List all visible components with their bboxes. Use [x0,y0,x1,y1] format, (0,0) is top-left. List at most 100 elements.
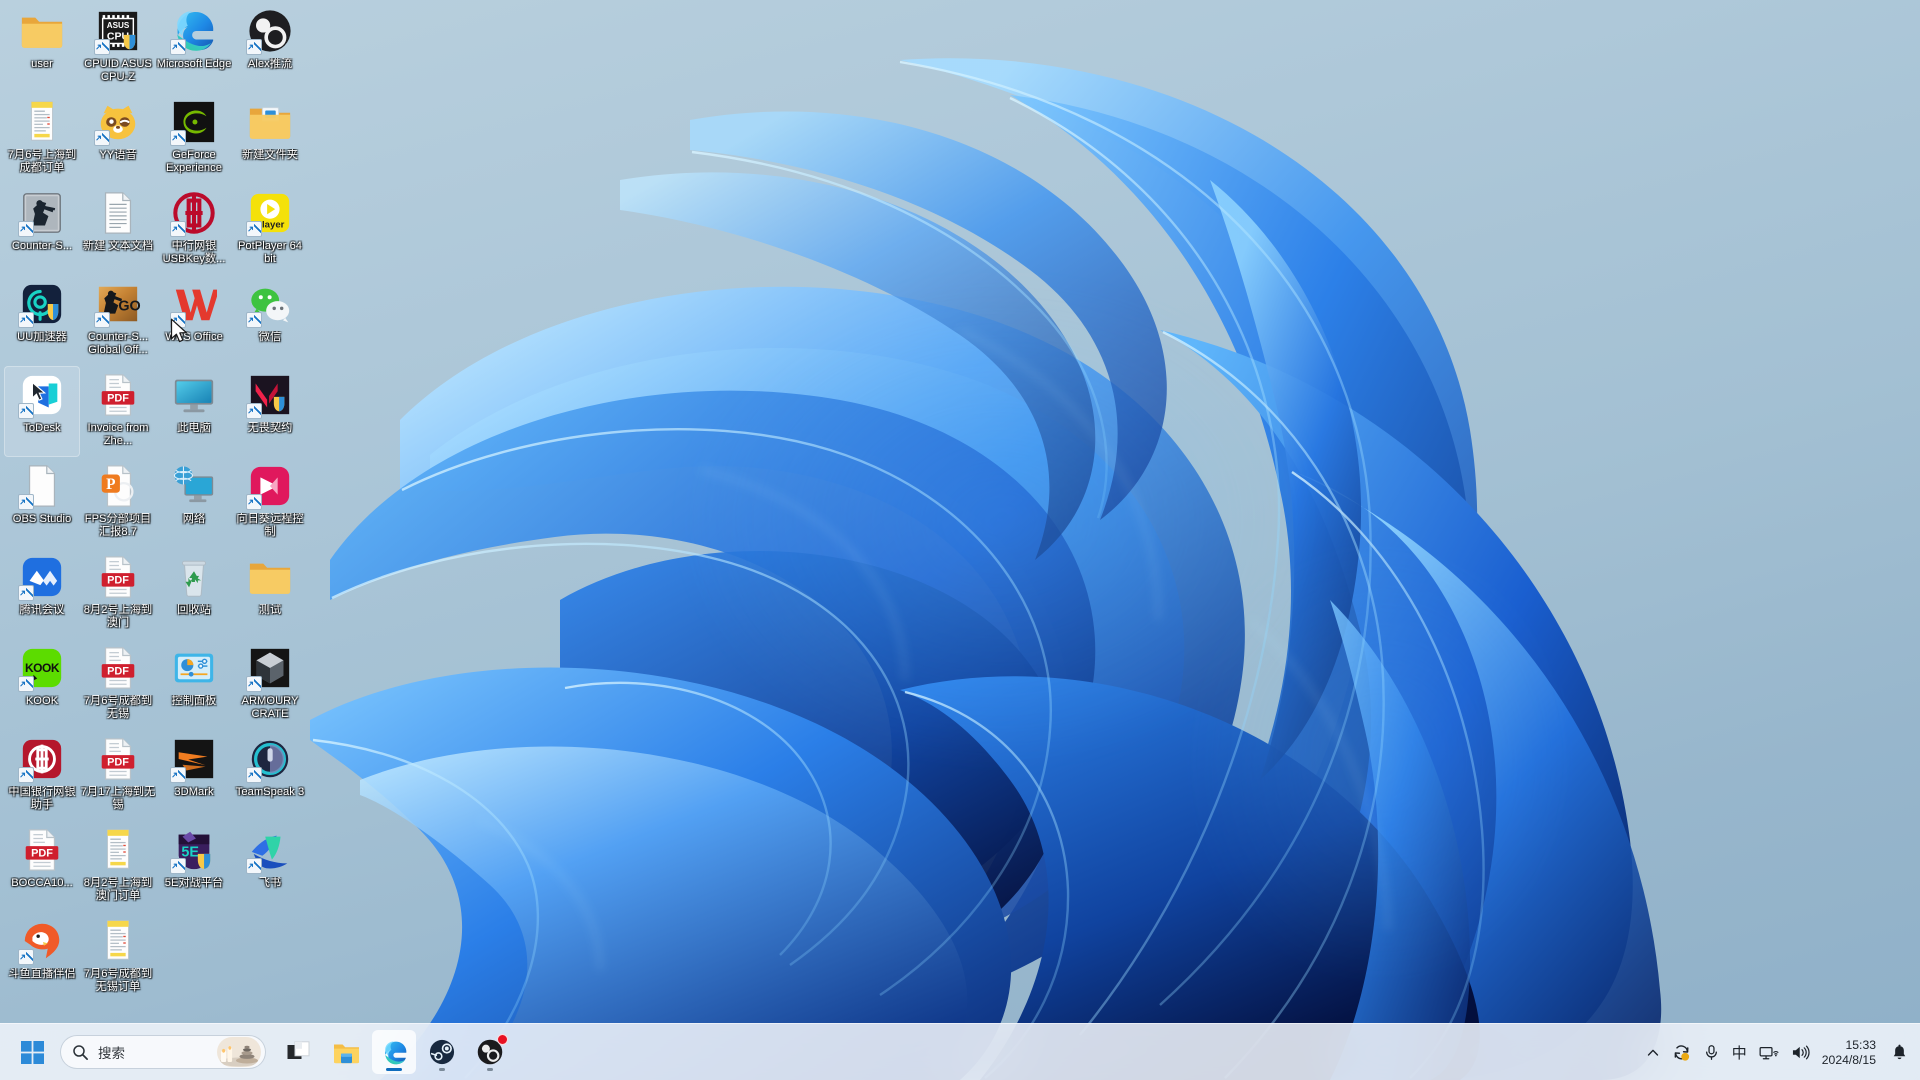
desktop-icon[interactable]: PDF 7月17上海到无锡 [80,730,156,821]
search-icon [73,1044,88,1060]
desktop-icon[interactable]: WPS Office [156,275,232,366]
desktop-icon[interactable]: 向日葵远程控制 [232,457,308,548]
desktop-icon[interactable]: 无畏契约 [232,366,308,457]
wps-presentation-icon: P [94,462,142,510]
desktop-icon[interactable]: 飞书 [232,821,308,912]
desktop-icon[interactable]: UU加速器 [4,275,80,366]
desktop-icon[interactable]: 控制面板 [156,639,232,730]
svg-text:P: P [106,476,115,493]
desktop-icon-label: Microsoft Edge [156,58,232,70]
textfile-icon [94,189,142,237]
desktop-icon[interactable]: 微信 [232,275,308,366]
taskbar-running-indicator [439,1068,445,1071]
desktop-icon-label: 8月2号上海到澳门 [83,604,153,629]
taskbar-item-task-view[interactable] [276,1030,320,1074]
feishu-icon [246,826,294,874]
svg-text:PDF: PDF [107,666,129,678]
folder-icon [18,7,66,55]
todesk-icon [18,371,66,419]
desktop-icon[interactable]: 新建文件夹 [232,93,308,184]
desktop-icon[interactable]: 测试 [232,548,308,639]
uu-icon [18,280,66,328]
desktop-icon-label: BOCCA10... [11,877,73,889]
desktop-icon[interactable]: YY语音 [80,93,156,184]
pdf-icon: PDF [101,556,135,598]
desktop-icon[interactable]: ToDesk [4,366,80,457]
desktop-icon[interactable]: 新建 文本文档 [80,184,156,275]
desktop-icon[interactable]: 斗鱼直播伴侣 [4,912,80,1003]
desktop-icon[interactable]: Microsoft Edge [156,2,232,93]
shortcut-overlay-icon [246,39,262,55]
desktop-icon-grid[interactable]: user ASUS CPU CPUID ASUS CPU-Z Microsoft Edg… [4,2,334,1002]
shortcut-overlay-icon [18,403,34,419]
tray-volume-button[interactable] [1785,1033,1816,1073]
shortcut-overlay-icon [246,494,262,510]
desktop-icon-label: CPUID ASUS CPU-Z [84,58,152,83]
desktop-icon[interactable]: Player PotPlayer 64 bit [232,184,308,275]
desktop-icon[interactable]: KOOK KOOK [4,639,80,730]
desktop-icon[interactable]: user [4,2,80,93]
tray-hidden-icons-button[interactable] [1640,1033,1666,1073]
desktop-icon[interactable]: PDF 8月2号上海到澳门 [80,548,156,639]
desktop-icon-label: 控制面板 [171,695,217,707]
pdf-icon: PDF [94,644,142,692]
wps-presentation-icon: P [101,465,134,507]
clock-button[interactable]: 15:33 2024/8/15 [1816,1033,1885,1073]
desktop-icon-label: UU加速器 [17,331,67,343]
desktop-icon[interactable]: 8月2号上海到澳门订单 [80,821,156,912]
svg-text:GO: GO [118,299,140,315]
pdf-icon: PDF [94,735,142,783]
shortcut-overlay-icon [94,312,110,328]
taskbar-item-microsoft-edge[interactable] [372,1030,416,1074]
desktop-icon[interactable]: 中国银行网银助手 [4,730,80,821]
pdf-icon: PDF [101,647,135,689]
desktop-icon[interactable]: GO Counter-S... Global Off... [80,275,156,366]
tray-notifications-button[interactable] [1885,1033,1914,1073]
desktop-icon[interactable]: 网络 [156,457,232,548]
desktop-icon-label: 7月17上海到无锡 [80,786,156,811]
desktop-icon[interactable]: Counter-S... [4,184,80,275]
desktop-icon-label: ToDesk [23,422,61,434]
taskbar-item-file-explorer[interactable] [324,1030,368,1074]
network-tray-icon [1759,1046,1779,1059]
desktop-icon[interactable]: Alex推流 [232,2,308,93]
desktop-icon[interactable]: PDF BOCCA10... [4,821,80,912]
tray-ime-button[interactable]: 中 [1726,1033,1753,1073]
tray-network-button[interactable] [1753,1033,1785,1073]
desktop-icon[interactable]: 此电脑 [156,366,232,457]
desktop-icon[interactable]: TeamSpeak 3 [232,730,308,821]
desktop-icon[interactable]: 5E 5E对战平台 [156,821,232,912]
desktop-icon[interactable]: GeForce Experience [156,93,232,184]
desktop-icon[interactable]: P FPS分部项目汇报8.7 [80,457,156,548]
tray-windows-update-button[interactable] [1666,1033,1697,1073]
desktop-icon[interactable]: PDF Invoice from Zhe... [80,366,156,457]
cs-icon [18,189,66,237]
file-explorer-icon [333,1044,359,1063]
shortcut-overlay-icon [246,312,262,328]
desktop-icon-label: 7月6号上海到成都订单 [7,149,77,174]
search-input[interactable]: 搜索 [60,1035,266,1069]
desktop-icon[interactable]: 7月6号上海到成都订单 [4,93,80,184]
shortcut-overlay-icon [18,312,34,328]
recycle-bin-icon [170,553,218,601]
desktop-icon[interactable]: 中行网银USBKey数... [156,184,232,275]
shortcut-overlay-icon [170,767,186,783]
folder-media-icon [249,107,291,139]
desktop-icon[interactable]: 7月6号成都到无锡订单 [80,912,156,1003]
desktop-icon[interactable]: 腾讯会议 [4,548,80,639]
taskbar-item-obs-studio[interactable] [468,1030,512,1074]
desktop-icon[interactable]: 回收站 [156,548,232,639]
desktop-icon[interactable]: 3DMark [156,730,232,821]
shortcut-overlay-icon [170,858,186,874]
desktop-icon[interactable]: PDF 7月6号成都到无锡 [80,639,156,730]
recycle-bin-icon [182,560,206,597]
taskbar-left-cluster: 搜索 [10,1030,512,1074]
desktop-icon[interactable]: ASUS CPU CPUID ASUS CPU-Z [80,2,156,93]
start-button[interactable] [10,1030,54,1074]
chevron-up-icon [1647,1049,1658,1056]
taskbar-item-steam[interactable] [420,1030,464,1074]
desktop-icon-label: GeForce Experience [166,149,222,174]
desktop-icon[interactable]: ARMOURY CRATE [232,639,308,730]
desktop-icon[interactable]: OBS Studio [4,457,80,548]
tray-microphone-button[interactable] [1697,1033,1726,1073]
